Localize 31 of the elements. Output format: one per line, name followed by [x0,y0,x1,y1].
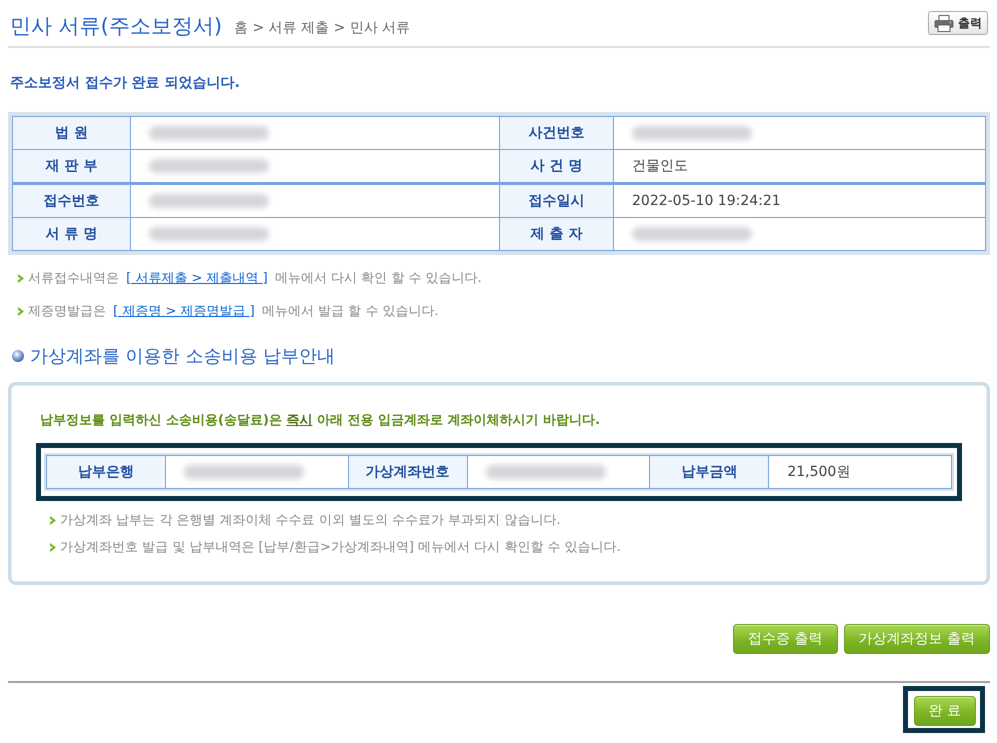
breadcrumb: 홈 > 서류 제출 > 민사 서류 [234,19,410,37]
field-label: 납부은행 [46,456,166,488]
field-label: 접수일시 [500,184,614,218]
info-text: 가상계좌번호 발급 및 납부내역은 [납부/환급>가상계좌내역] 메뉴에서 다시 확인할 수 있습니다. [60,539,621,556]
chevron-icon [50,542,56,552]
field-label: 가상계좌번호 [348,456,468,488]
field-label: 법 원 [12,116,130,150]
section-heading: 가상계좌를 이용한 소송비용 납부안내 [30,345,336,368]
instruction-text: 납부정보를 입력하신 소송비용(송달료)은 즉시 아래 전용 입금계좌로 계좌이체하시기 바랍니다. [40,412,602,429]
field-label: 재 판 부 [12,150,130,184]
menu-link[interactable]: [ 제증명 > 제증명발급 ] [113,304,255,319]
info-text: 제증명발급은 [ 제증명 > 제증명발급 ] 메뉴에서 발급 할 수 있습니다. [28,303,439,320]
print-button[interactable]: 출력 [928,11,988,35]
field-label: 사 건 명 [500,150,614,184]
page-title: 민사 서류(주소보정서) [10,13,222,40]
info-text: 가상계좌 납부는 각 은행별 계좌이체 수수료 이외 별도의 수수료가 부과되지 않습니다. [60,512,560,529]
bullet-icon [12,350,24,362]
field-value: 21,500원 [768,456,952,488]
printer-icon [934,14,954,32]
chevron-icon [18,274,24,282]
chevron-icon [50,516,56,524]
info-text: 서류접수내역은 [ 서류제출 > 제출내역 ] 메뉴에서 다시 확인 할 수 있습니다. [28,270,482,287]
chevron-icon [18,306,24,316]
field-label: 서 류 명 [12,218,130,250]
field-label: 사건번호 [500,116,614,150]
status-message: 주소보정서 접수가 완료 되었습니다. [10,74,241,92]
field-label: 제 출 자 [500,218,614,250]
field-label: 납부금액 [650,456,769,488]
field-value: 2022-05-10 19:24:21 [614,184,986,218]
field-label: 접수번호 [12,184,130,218]
menu-link[interactable]: [ 서류제출 > 제출내역 ] [126,271,268,286]
